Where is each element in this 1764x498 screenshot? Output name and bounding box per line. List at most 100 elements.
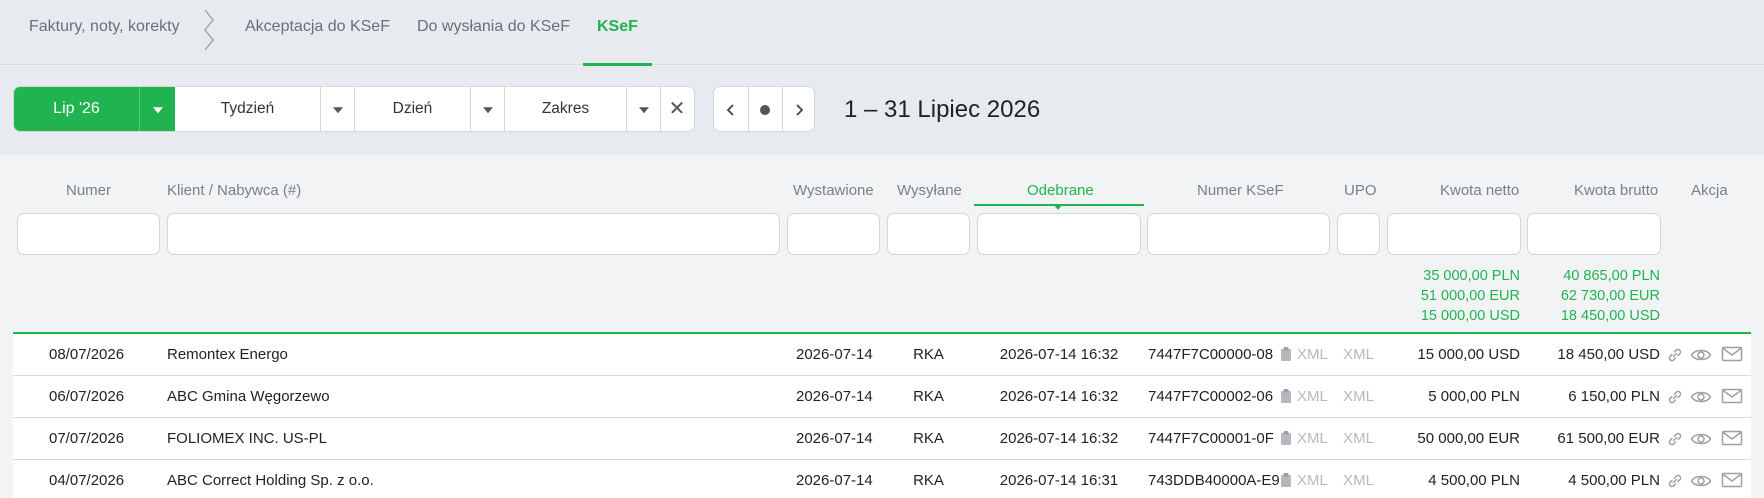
cell-kwota-brutto: 6 150,00 PLN [1568, 388, 1660, 405]
totals-brutto: 40 865,00 PLN 62 730,00 EUR 18 450,00 US… [1527, 266, 1660, 326]
chevron-down-icon [152, 107, 163, 114]
month-button[interactable]: Lip '26 [14, 87, 139, 131]
cell-xml-link[interactable]: XML [1297, 418, 1328, 460]
clear-period-button[interactable]: ✕ [660, 87, 694, 131]
range-button[interactable]: Zakres [505, 87, 626, 131]
cell-klient: ABC Correct Holding Sp. z o.o. [167, 472, 374, 489]
eye-icon[interactable] [1690, 431, 1712, 447]
toolbar: Lip '26 Tydzień Dzień Zakres ✕ 1 – 31 Li… [0, 66, 1764, 155]
col-header-numer-ksef[interactable]: Numer KSeF [1197, 182, 1284, 199]
eye-icon[interactable] [1690, 389, 1712, 405]
mail-icon[interactable] [1721, 430, 1743, 446]
sort-desc-icon [1054, 205, 1062, 210]
cell-kwota-netto: 4 500,00 PLN [1428, 472, 1520, 489]
cell-kwota-netto: 5 000,00 PLN [1428, 388, 1520, 405]
cell-wystawione: 2026-07-14 [796, 346, 873, 363]
filter-kwota-brutto-input[interactable] [1527, 213, 1661, 255]
col-header-akcja: Akcja [1691, 182, 1728, 199]
col-header-odebrane[interactable]: Odebrane [1027, 182, 1094, 199]
total-netto-eur: 51 000,00 EUR [1420, 288, 1520, 304]
col-header-wysylane[interactable]: Wysyłane [897, 182, 962, 199]
tab-do-wyslania[interactable]: Do wysłania do KSeF [417, 0, 570, 65]
filter-numer-input[interactable] [17, 213, 160, 255]
day-button[interactable]: Dzień [355, 87, 470, 131]
month-dropdown[interactable] [139, 87, 175, 131]
cell-odebrane: 2026-07-14 16:32 [999, 346, 1119, 363]
next-period-button[interactable] [782, 87, 814, 131]
cell-wysylane: RKA [913, 472, 944, 489]
mail-icon[interactable] [1721, 346, 1743, 362]
cell-kwota-brutto: 18 450,00 USD [1557, 346, 1660, 363]
cell-klient: Remontex Energo [167, 346, 288, 363]
cell-numer-ksef: 7447F7C00000-08 [1148, 346, 1274, 363]
col-header-numer[interactable]: Numer [66, 182, 111, 199]
cell-upo-link[interactable]: XML [1337, 418, 1380, 460]
link-icon[interactable] [1667, 473, 1683, 489]
total-brutto-pln: 40 865,00 PLN [1563, 268, 1660, 284]
period-selector: Lip '26 Tydzień Dzień Zakres ✕ [13, 86, 695, 132]
tab-ksef[interactable]: KSeF [583, 0, 652, 66]
table-row[interactable]: 06/07/2026 ABC Gmina Węgorzewo 2026-07-1… [13, 376, 1751, 418]
link-icon[interactable] [1667, 347, 1683, 363]
table-row[interactable]: 04/07/2026 ABC Correct Holding Sp. z o.o… [13, 460, 1751, 498]
cell-odebrane: 2026-07-14 16:32 [999, 388, 1119, 405]
clipboard-icon[interactable] [1280, 388, 1292, 404]
filter-klient-input[interactable] [167, 213, 780, 255]
col-header-kwota-brutto[interactable]: Kwota brutto [1574, 182, 1658, 199]
cell-upo-link[interactable]: XML [1337, 376, 1380, 418]
cell-odebrane: 2026-07-14 16:32 [999, 430, 1119, 447]
week-button[interactable]: Tydzień [175, 87, 320, 131]
cell-wysylane: RKA [913, 346, 944, 363]
filter-wystawione-input[interactable] [787, 213, 880, 255]
col-header-wystawione[interactable]: Wystawione [793, 182, 874, 199]
totals-netto: 35 000,00 PLN 51 000,00 EUR 15 000,00 US… [1387, 266, 1520, 326]
chevron-right-icon [796, 104, 804, 116]
cell-upo-link[interactable]: XML [1337, 334, 1380, 376]
range-dropdown[interactable] [626, 87, 660, 131]
filter-numer-ksef-input[interactable] [1147, 213, 1330, 255]
current-period-button[interactable] [748, 87, 782, 131]
period-title: 1 – 31 Lipiec 2026 [844, 96, 1041, 123]
clipboard-icon[interactable] [1280, 472, 1292, 488]
cell-wystawione: 2026-07-14 [796, 430, 873, 447]
filter-kwota-netto-input[interactable] [1387, 213, 1521, 255]
cell-klient: FOLIOMEX INC. US-PL [167, 430, 328, 447]
cell-wysylane: RKA [913, 430, 944, 447]
week-dropdown[interactable] [320, 87, 354, 131]
link-icon[interactable] [1667, 389, 1683, 405]
prev-period-button[interactable] [714, 87, 748, 131]
chevron-left-icon [726, 104, 734, 116]
cell-klient: ABC Gmina Węgorzewo [167, 388, 330, 405]
total-brutto-usd: 18 450,00 USD [1560, 308, 1660, 324]
total-netto-usd: 15 000,00 USD [1420, 308, 1520, 324]
mail-icon[interactable] [1721, 472, 1743, 488]
tab-akceptacja[interactable]: Akceptacja do KSeF [245, 0, 390, 65]
cell-numer-ksef: 7447F7C00001-0F [1148, 430, 1274, 447]
table-row[interactable]: 07/07/2026 FOLIOMEX INC. US-PL 2026-07-1… [13, 418, 1751, 460]
cell-kwota-brutto: 4 500,00 PLN [1568, 472, 1660, 489]
eye-icon[interactable] [1690, 347, 1712, 363]
cell-numer-ksef: 7447F7C00002-06 [1148, 388, 1274, 405]
clipboard-icon[interactable] [1280, 430, 1292, 446]
cell-numer-ksef: 743DDB40000A-E9 [1148, 472, 1280, 489]
filter-odebrane-input[interactable] [977, 213, 1141, 255]
mail-icon[interactable] [1721, 388, 1743, 404]
filter-wysylane-input[interactable] [887, 213, 970, 255]
tab-faktury[interactable]: Faktury, noty, korekty [29, 0, 180, 65]
eye-icon[interactable] [1690, 473, 1712, 489]
cell-xml-link[interactable]: XML [1297, 460, 1328, 498]
day-dropdown[interactable] [470, 87, 504, 131]
cell-xml-link[interactable]: XML [1297, 376, 1328, 418]
cell-xml-link[interactable]: XML [1297, 334, 1328, 376]
col-header-kwota-netto[interactable]: Kwota netto [1440, 182, 1519, 199]
filter-upo-input[interactable] [1337, 213, 1380, 255]
clipboard-icon[interactable] [1280, 346, 1292, 362]
cell-wystawione: 2026-07-14 [796, 388, 873, 405]
col-header-klient[interactable]: Klient / Nabywca (#) [167, 182, 301, 199]
tab-bar: Faktury, noty, korekty Akceptacja do KSe… [0, 0, 1764, 66]
link-icon[interactable] [1667, 431, 1683, 447]
total-netto-pln: 35 000,00 PLN [1423, 268, 1520, 284]
cell-upo-link[interactable]: XML [1337, 460, 1380, 498]
col-header-upo[interactable]: UPO [1344, 182, 1377, 199]
table-row[interactable]: 08/07/2026 Remontex Energo 2026-07-14 RK… [13, 334, 1751, 376]
